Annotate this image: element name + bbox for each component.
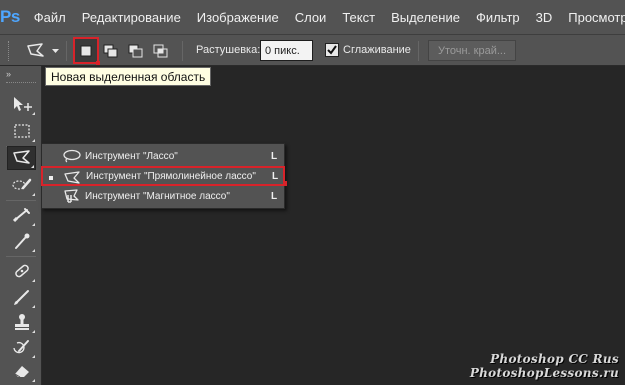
eraser-tool[interactable] [8, 359, 36, 383]
separator [182, 41, 183, 61]
flyout-item-label: Инструмент "Прямолинейное лассо" [86, 170, 256, 182]
feather-input[interactable] [260, 40, 313, 61]
menu-image[interactable]: Изображение [189, 10, 287, 25]
healing-brush-tool-icon [15, 264, 29, 278]
tooltip: Новая выделенная область [45, 67, 212, 86]
add-to-selection-button[interactable] [100, 40, 122, 62]
menu-3d[interactable]: 3D [528, 10, 561, 25]
marquee-tool[interactable] [8, 119, 36, 143]
polygonal-lasso-tool[interactable] [7, 146, 36, 170]
crop-tool-icon [12, 208, 30, 223]
history-brush-tool[interactable] [8, 335, 36, 359]
tools-panel: » [0, 66, 42, 385]
healing-brush-tool[interactable] [8, 259, 36, 283]
separator [66, 41, 67, 61]
eyedropper-tool-icon [15, 233, 30, 249]
menu-bar: Ps Файл Редактирование Изображение Слои … [0, 0, 625, 34]
new-selection-icon [80, 45, 92, 56]
flyout-item-label: Инструмент "Магнитное лассо" [85, 190, 230, 202]
brush-tool[interactable] [8, 285, 36, 309]
eyedropper-tool[interactable] [8, 229, 36, 253]
menu-file[interactable]: Файл [20, 10, 74, 25]
watermark-line1: Photoshop CC Rus [490, 352, 619, 366]
subtract-from-selection-button[interactable] [125, 40, 147, 62]
magnetic-lasso-icon [62, 188, 82, 204]
flyout-item-label: Инструмент "Лассо" [85, 150, 178, 162]
eraser-tool-icon [14, 366, 29, 378]
polygonal-lasso-icon [63, 170, 83, 186]
anti-alias-label: Сглаживание [343, 44, 411, 56]
tool-preset-picker[interactable] [24, 39, 48, 63]
options-bar: Растушевка: Сглаживание Уточн. край... [0, 34, 625, 66]
watermark-line2: PhotoshopLessons.ru [469, 366, 619, 380]
menu-layers[interactable]: Слои [287, 10, 335, 25]
selected-indicator [49, 176, 53, 180]
marquee-tool-icon [14, 124, 30, 138]
quick-selection-tool-icon [12, 178, 32, 190]
menu-edit[interactable]: Редактирование [74, 10, 189, 25]
anti-alias-checkbox[interactable] [325, 43, 339, 57]
shortcut-key: L [271, 150, 278, 162]
menu-type[interactable]: Текст [334, 10, 383, 25]
brush-tool-icon [14, 290, 29, 305]
checkmark-icon [327, 45, 337, 55]
intersect-selection-button[interactable] [150, 40, 172, 62]
menu-view[interactable]: Просмотр [560, 10, 625, 25]
add-to-selection-icon [103, 44, 118, 58]
history-brush-tool-icon [13, 340, 29, 354]
lasso-tools-flyout: Инструмент "Лассо" L Инструмент "Прямоли… [41, 143, 287, 209]
flyout-item-magnetic-lasso[interactable]: Инструмент "Магнитное лассо" L [42, 186, 284, 206]
menu-filter[interactable]: Фильтр [468, 10, 528, 25]
clone-stamp-tool-icon [15, 314, 29, 330]
photoshop-logo: Ps [0, 7, 20, 26]
separator [418, 41, 419, 61]
collapse-toolbar-button[interactable]: » [6, 69, 11, 79]
quick-selection-tool[interactable] [8, 173, 36, 197]
menu-select[interactable]: Выделение [383, 10, 468, 25]
chevron-down-icon [51, 48, 59, 53]
shortcut-key: L [272, 170, 279, 182]
intersect-selection-icon [153, 44, 168, 58]
crop-tool[interactable] [8, 203, 36, 227]
flyout-item-lasso[interactable]: Инструмент "Лассо" L [42, 146, 284, 166]
refine-edge-button[interactable]: Уточн. край... [428, 40, 516, 61]
clone-stamp-tool[interactable] [8, 310, 36, 334]
new-selection-button[interactable] [73, 37, 100, 65]
polygonal-lasso-icon [27, 43, 44, 57]
polygonal-lasso-tool-icon [12, 150, 30, 164]
feather-label: Растушевка: [196, 44, 261, 56]
subtract-from-selection-icon [128, 44, 143, 58]
move-tool[interactable] [8, 92, 36, 116]
flyout-item-polygonal-lasso[interactable]: Инструмент "Прямолинейное лассо" L [41, 166, 287, 186]
options-bar-grip[interactable] [8, 41, 11, 61]
shortcut-key: L [271, 190, 278, 202]
tool-preset-dropdown[interactable] [50, 39, 60, 63]
move-tool-icon [14, 97, 32, 111]
toolbar-grip[interactable] [6, 82, 36, 85]
lasso-icon [62, 148, 82, 164]
